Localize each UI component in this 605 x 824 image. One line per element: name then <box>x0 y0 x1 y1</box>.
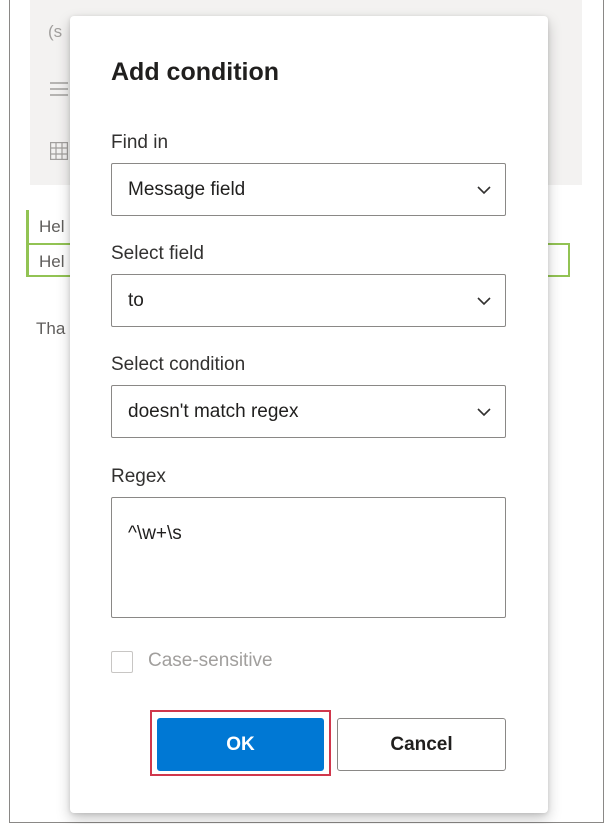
find-in-dropdown[interactable]: Message field <box>111 163 506 216</box>
background-text: Tha <box>26 312 65 346</box>
menu-icon[interactable] <box>50 80 68 103</box>
select-condition-value: doesn't match regex <box>128 401 299 422</box>
background-row-text: Hel <box>39 217 65 236</box>
background-partial-text: (s <box>48 22 63 41</box>
chevron-down-icon <box>477 408 491 417</box>
regex-textarea[interactable]: ^\w+\s <box>111 497 506 618</box>
select-condition-label: Select condition <box>111 354 246 375</box>
case-sensitive-checkbox[interactable] <box>111 651 133 673</box>
chevron-down-icon <box>477 186 491 195</box>
add-condition-dialog: Add condition Find in Message field Sele… <box>70 16 548 813</box>
select-field-dropdown[interactable]: to <box>111 274 506 327</box>
dialog-title: Add condition <box>111 58 280 86</box>
select-field-value: to <box>128 290 144 311</box>
select-condition-dropdown[interactable]: doesn't match regex <box>111 385 506 438</box>
chevron-down-icon <box>477 297 491 306</box>
background-row-text: Hel <box>39 252 65 271</box>
regex-label: Regex <box>111 466 166 487</box>
case-sensitive-label: Case-sensitive <box>148 650 273 671</box>
table-icon[interactable] <box>50 142 68 166</box>
background-row-text: Tha <box>36 319 66 338</box>
ok-button[interactable]: OK <box>157 718 324 771</box>
find-in-value: Message field <box>128 179 246 200</box>
cancel-button[interactable]: Cancel <box>337 718 506 771</box>
find-in-label: Find in <box>111 132 169 153</box>
select-field-label: Select field <box>111 243 204 264</box>
